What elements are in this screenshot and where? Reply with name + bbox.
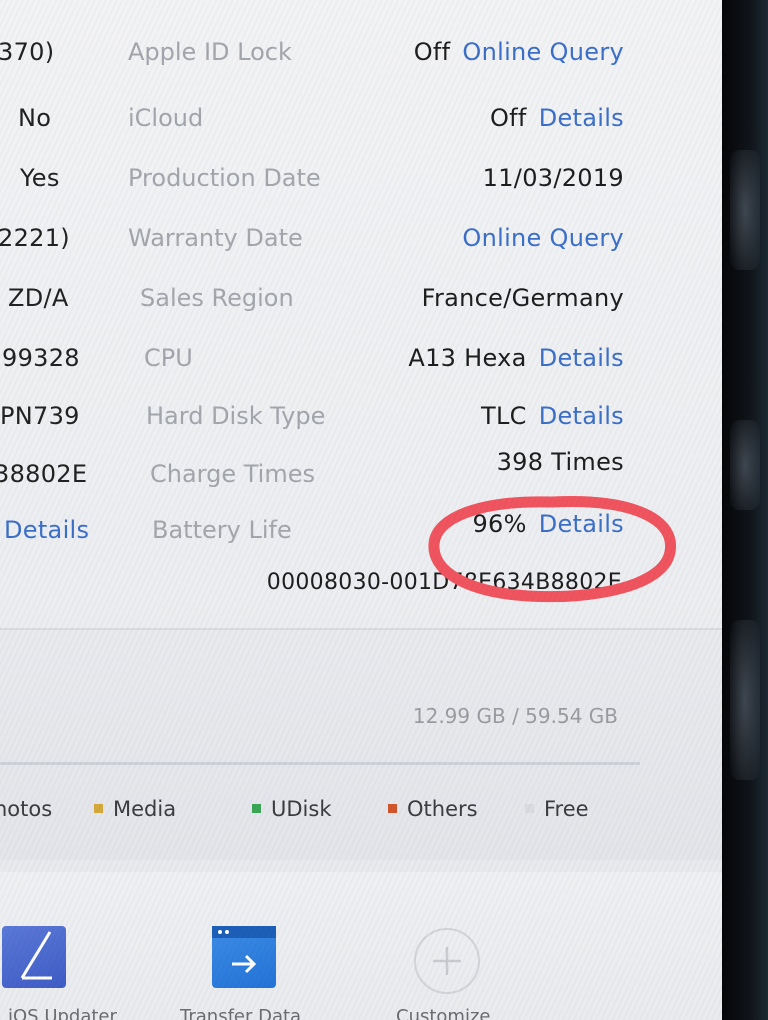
left-value: ZD/A: [8, 284, 69, 312]
udid-value: 00008030-001D78E634B8802E: [266, 570, 622, 595]
field-value-group: France/Germany: [422, 270, 624, 326]
info-row: ZD/A Sales Region France/Germany: [0, 270, 722, 326]
left-value: PN739: [0, 402, 80, 430]
storage-capacity: 12.99 GB / 59.54 GB: [412, 704, 618, 728]
left-value: 2221): [0, 224, 70, 252]
left-value: 99328: [2, 344, 80, 372]
legend-udisk: UDisk: [252, 794, 331, 824]
legend-swatch: [525, 803, 534, 813]
legend-swatch: [94, 803, 103, 813]
info-row: No iCloud Off Details: [0, 90, 722, 146]
info-row: 370) Apple ID Lock Off Online Query: [0, 24, 722, 80]
info-row: Details Battery Life 96% Details: [0, 502, 722, 558]
legend-photos: hotos: [0, 797, 53, 821]
left-value: No: [18, 104, 52, 132]
ios-updater-button[interactable]: [2, 926, 66, 988]
field-value: 11/03/2019: [482, 164, 624, 192]
ios-updater-label: iOS Updater: [8, 1006, 117, 1020]
customize-button[interactable]: [414, 928, 480, 994]
bezel-reflection: [730, 420, 760, 510]
field-value: 398 Times: [496, 448, 624, 476]
toolbar: [0, 872, 722, 1020]
online-query-link[interactable]: Online Query: [462, 224, 624, 252]
field-label: Hard Disk Type: [146, 402, 326, 430]
field-value: France/Germany: [421, 284, 624, 312]
field-value-group: 398 Times: [497, 434, 624, 490]
details-link[interactable]: Details: [539, 104, 624, 132]
battery-details-link[interactable]: Details: [539, 510, 624, 538]
field-label: Sales Region: [140, 284, 294, 312]
legend-swatch: [388, 803, 397, 813]
field-label: Warranty Date: [128, 224, 303, 252]
field-value-group: 96% Details: [472, 496, 624, 552]
online-query-link[interactable]: Online Query: [462, 38, 624, 66]
field-label: iCloud: [128, 104, 204, 132]
field-value-group: Off Online Query: [414, 24, 624, 80]
monitor-bezel: [722, 0, 768, 1020]
field-label: Charge Times: [150, 460, 315, 488]
transfer-data-button[interactable]: [212, 926, 276, 988]
field-value: TLC: [480, 402, 527, 430]
info-row: 2221) Warranty Date Online Query: [0, 210, 722, 266]
details-link[interactable]: Details: [4, 502, 89, 558]
field-value: Off: [489, 104, 527, 132]
legend-media: Media: [94, 794, 176, 824]
legend-swatch: [252, 803, 261, 813]
info-row: 99328 CPU A13 Hexa Details: [0, 330, 722, 386]
transfer-data-label: Transfer Data: [180, 1006, 302, 1020]
field-value-group: Online Query: [462, 210, 624, 266]
field-value-group: A13 Hexa Details: [408, 330, 624, 386]
battery-life-value: 96%: [472, 510, 527, 538]
left-value: 38802E: [0, 460, 88, 488]
storage-legend: hotos Media UDisk Others Free: [0, 794, 722, 824]
left-value: Yes: [20, 164, 60, 192]
bezel-reflection: [730, 620, 760, 780]
ios-updater-icon: [20, 931, 52, 980]
field-label: CPU: [144, 344, 193, 372]
transfer-arrow-icon: [212, 926, 276, 974]
customize-label: Customize: [396, 1006, 491, 1020]
field-label: Production Date: [128, 164, 321, 192]
details-link[interactable]: Details: [539, 344, 624, 372]
storage-section: [0, 630, 722, 860]
plus-icon: [433, 947, 461, 975]
field-value: A13 Hexa: [408, 344, 527, 372]
field-label: Battery Life: [152, 516, 292, 544]
field-value-group: Off Details: [490, 90, 624, 146]
details-link[interactable]: Details: [539, 402, 624, 430]
device-info-panel: 370) Apple ID Lock Off Online Query No iC…: [0, 0, 722, 1020]
field-label: Apple ID Lock: [128, 38, 292, 66]
info-row: Yes Production Date 11/03/2019: [0, 150, 722, 206]
legend-free: Free: [525, 794, 589, 824]
legend-others: Others: [388, 794, 478, 824]
info-row: 38802E Charge Times 398 Times: [0, 446, 722, 502]
field-value-group: 11/03/2019: [483, 150, 624, 206]
left-value: 370): [0, 38, 55, 66]
storage-bar: [0, 762, 640, 765]
bezel-reflection: [730, 150, 760, 270]
field-value: Off: [413, 38, 451, 66]
